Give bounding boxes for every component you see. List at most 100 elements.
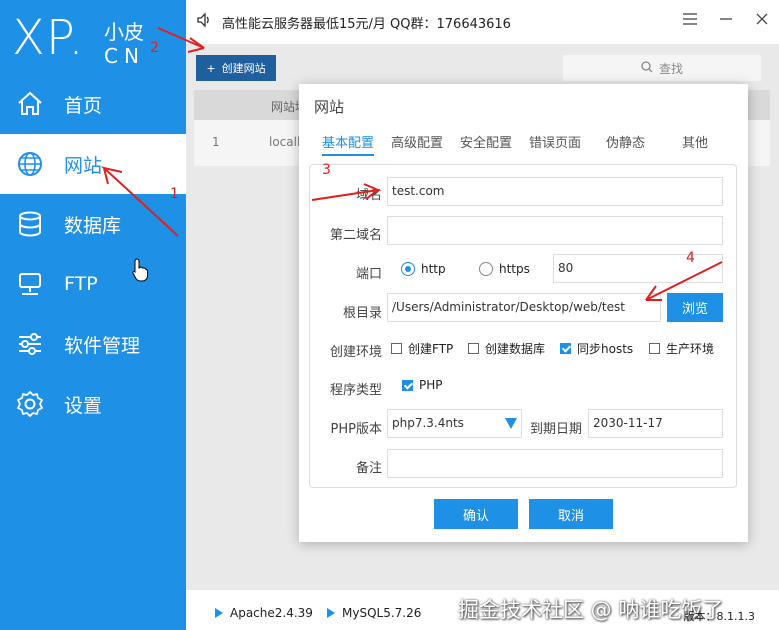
browse-button[interactable]: 浏览 bbox=[667, 293, 723, 322]
sidebar: XP. 小皮 CN 首页 网站 数据库 FTP 软件管理 设置 bbox=[0, 0, 186, 630]
tab-security[interactable]: 安全配置 bbox=[460, 132, 512, 151]
create-site-button[interactable]: + 创建网站 bbox=[196, 55, 276, 81]
gear-icon bbox=[16, 390, 44, 418]
domain-field[interactable]: test.com bbox=[387, 177, 723, 206]
program-type-label: 程序类型 bbox=[329, 383, 382, 398]
radio-unselected-icon bbox=[479, 262, 493, 276]
row-domain: locall bbox=[269, 135, 301, 149]
checkbox-unchecked-icon bbox=[649, 343, 660, 354]
note-label: 备注 bbox=[355, 461, 382, 476]
logo: XP. 小皮 CN bbox=[12, 6, 182, 70]
sidebar-item-label: 网站 bbox=[64, 154, 103, 177]
checkbox-unchecked-icon bbox=[391, 343, 402, 354]
tab-error-pages[interactable]: 错误页面 bbox=[529, 132, 581, 151]
php-checkbox[interactable]: PHP bbox=[402, 378, 443, 392]
expire-date-label: 到期日期 bbox=[529, 422, 582, 437]
second-domain-label: 第二域名 bbox=[329, 228, 382, 243]
version-text: 版本：8.1.1.3 bbox=[683, 610, 755, 623]
annotation-number-3: 3 bbox=[322, 162, 331, 178]
note-field[interactable] bbox=[387, 449, 723, 478]
sidebar-item-label: 数据库 bbox=[64, 214, 122, 237]
php-version-value: php7.3.4nts bbox=[392, 416, 464, 430]
create-db-checkbox[interactable]: 创建数据库 bbox=[468, 340, 545, 357]
sidebar-item-home[interactable]: 首页 bbox=[0, 74, 186, 134]
production-env-label: 生产环境 bbox=[666, 342, 715, 356]
sidebar-item-label: 设置 bbox=[64, 394, 103, 417]
play-icon bbox=[327, 608, 335, 618]
checkbox-unchecked-icon bbox=[468, 343, 479, 354]
logo-xiaopi: 小皮 bbox=[104, 20, 144, 44]
sidebar-item-website[interactable]: 网站 bbox=[0, 134, 186, 194]
announcement-text[interactable]: 高性能云服务器最低15元/月 QQ群：176643616 bbox=[222, 13, 511, 32]
expire-date-field[interactable]: 2030-11-17 bbox=[588, 409, 723, 438]
checkbox-checked-icon bbox=[402, 379, 413, 391]
sidebar-item-database[interactable]: 数据库 bbox=[0, 194, 186, 254]
create-site-label: 创建网站 bbox=[221, 62, 266, 75]
port-label: 端口 bbox=[355, 267, 382, 282]
sidebar-item-label: 软件管理 bbox=[64, 334, 141, 357]
sync-hosts-checkbox[interactable]: 同步hosts bbox=[560, 340, 633, 357]
sync-hosts-label: 同步hosts bbox=[577, 342, 634, 356]
php-version-select[interactable]: php7.3.4nts bbox=[387, 409, 522, 438]
port-http-label: http bbox=[421, 262, 446, 276]
status-bar: Apache2.4.39 MySQL5.7.26 掘金技术社区 @ 呐谁吃饭了 … bbox=[186, 590, 779, 630]
annotation-number-1: 1 bbox=[170, 186, 179, 202]
dialog-title: 网站 bbox=[314, 98, 345, 116]
globe-icon bbox=[16, 150, 44, 178]
window-controls bbox=[683, 12, 769, 30]
tab-basic[interactable]: 基本配置 bbox=[322, 132, 375, 156]
apache-service[interactable]: Apache2.4.39 bbox=[214, 606, 313, 620]
confirm-button[interactable]: 确认 bbox=[434, 499, 518, 529]
search-input[interactable]: 查找 bbox=[563, 55, 761, 81]
speaker-icon bbox=[196, 12, 212, 32]
tab-rewrite[interactable]: 伪静态 bbox=[606, 132, 645, 151]
port-http-radio[interactable]: http bbox=[401, 262, 446, 276]
top-bar: 高性能云服务器最低15元/月 QQ群：176643616 bbox=[186, 0, 779, 44]
tab-advanced[interactable]: 高级配置 bbox=[391, 132, 443, 151]
plus-icon: + bbox=[206, 61, 216, 75]
create-db-label: 创建数据库 bbox=[485, 342, 546, 356]
search-placeholder: 查找 bbox=[658, 61, 683, 76]
production-env-checkbox[interactable]: 生产环境 bbox=[649, 340, 714, 357]
tab-other[interactable]: 其他 bbox=[682, 132, 708, 151]
sidebar-item-label: FTP bbox=[64, 273, 98, 295]
port-field[interactable]: 80 bbox=[553, 254, 723, 283]
apache-label: Apache2.4.39 bbox=[230, 606, 313, 620]
dialog-tabs: 基本配置 高级配置 安全配置 错误页面 伪静态 其他 bbox=[299, 129, 748, 156]
annotation-number-2: 2 bbox=[150, 40, 159, 56]
menu-icon[interactable] bbox=[683, 12, 697, 30]
website-dialog: 网站 基本配置 高级配置 安全配置 错误页面 伪静态 其他 域名 test.co… bbox=[299, 84, 748, 542]
root-dir-field[interactable]: /Users/Administrator/Desktop/web/test bbox=[387, 293, 661, 322]
env-label: 创建环境 bbox=[329, 345, 382, 360]
sidebar-nav: 首页 网站 数据库 FTP 软件管理 设置 bbox=[0, 74, 186, 434]
basic-config-form: 域名 test.com 第二域名 端口 http https 80 根目录 /U… bbox=[309, 164, 737, 488]
home-icon bbox=[16, 90, 44, 118]
port-https-label: https bbox=[499, 262, 530, 276]
annotation-number-4: 4 bbox=[686, 250, 695, 266]
sliders-icon bbox=[16, 330, 44, 358]
search-icon bbox=[641, 60, 653, 76]
php-label: PHP bbox=[419, 378, 443, 392]
ftp-icon bbox=[16, 270, 44, 298]
mysql-label: MySQL5.7.26 bbox=[342, 606, 422, 620]
radio-selected-icon bbox=[401, 262, 415, 276]
create-ftp-checkbox[interactable]: 创建FTP bbox=[391, 340, 453, 357]
minimize-icon[interactable] bbox=[719, 12, 733, 30]
row-index: 1 bbox=[212, 135, 220, 149]
checkbox-checked-icon bbox=[560, 343, 571, 354]
sidebar-item-label: 首页 bbox=[64, 94, 103, 117]
sidebar-item-settings[interactable]: 设置 bbox=[0, 374, 186, 434]
sidebar-item-software[interactable]: 软件管理 bbox=[0, 314, 186, 374]
create-ftp-label: 创建FTP bbox=[408, 342, 454, 356]
logo-xp: XP. bbox=[12, 10, 85, 66]
sidebar-item-ftp[interactable]: FTP bbox=[0, 254, 186, 314]
port-https-radio[interactable]: https bbox=[479, 262, 530, 276]
cancel-button[interactable]: 取消 bbox=[529, 499, 613, 529]
logo-cn: CN bbox=[104, 44, 145, 68]
mysql-service[interactable]: MySQL5.7.26 bbox=[326, 606, 421, 620]
play-icon bbox=[215, 608, 223, 618]
database-icon bbox=[16, 210, 44, 238]
domain-label: 域名 bbox=[355, 188, 382, 203]
second-domain-field[interactable] bbox=[387, 216, 723, 245]
close-icon[interactable] bbox=[755, 12, 769, 30]
